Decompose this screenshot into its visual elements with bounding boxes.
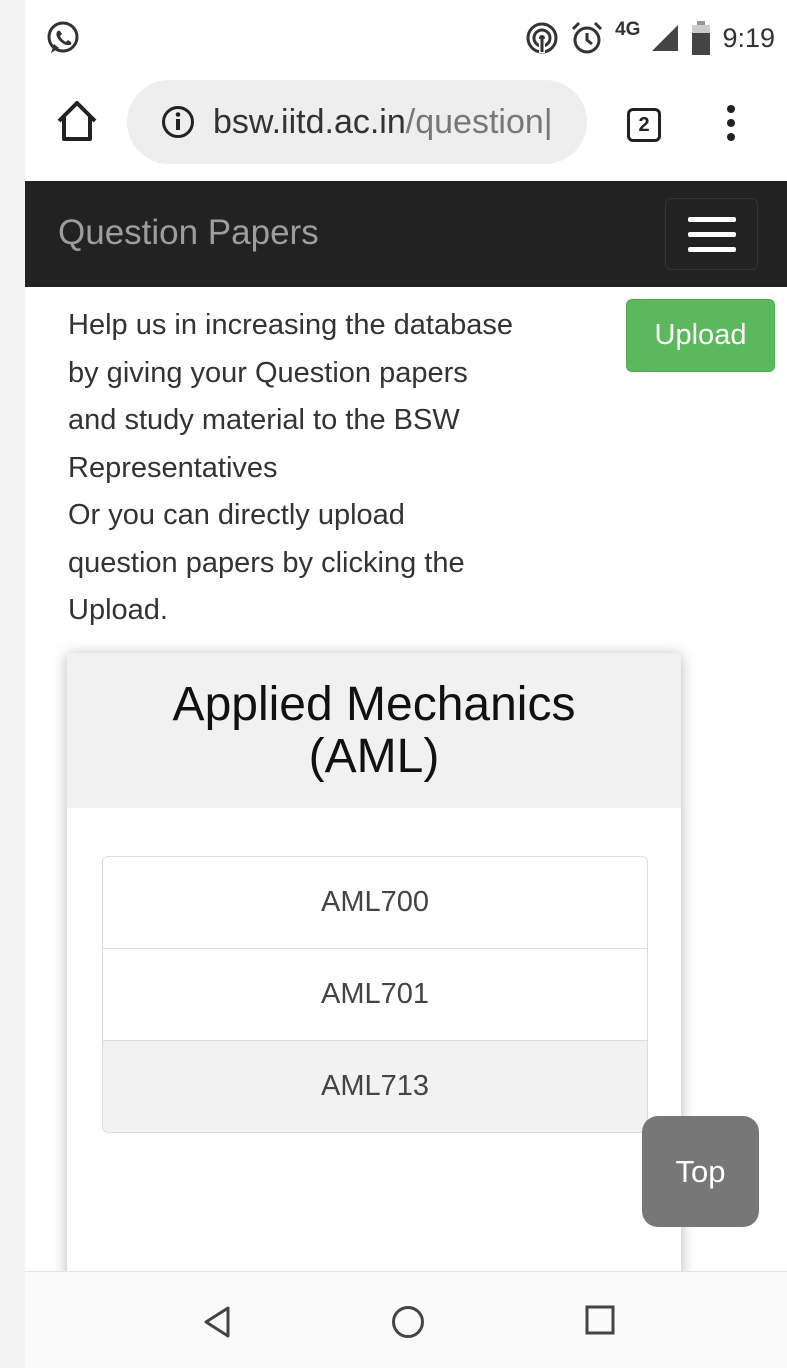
- department-heading: Applied Mechanics (AML): [67, 653, 681, 808]
- back-icon[interactable]: [202, 1305, 232, 1339]
- phone-screen: 4G 9:19 bsw.iitd.ac.in/question| 2 Quest…: [25, 0, 787, 1368]
- alarm-icon: [572, 21, 603, 54]
- intro-line: and study material to the BSW: [68, 404, 460, 436]
- department-title: Applied Mechanics: [172, 677, 576, 731]
- intro-line: Upload.: [68, 594, 168, 626]
- battery-icon: [692, 21, 711, 55]
- overflow-menu-icon[interactable]: [725, 103, 737, 143]
- course-item-aml701[interactable]: AML701: [103, 948, 647, 1040]
- department-code: (AML): [308, 729, 440, 783]
- info-icon[interactable]: [161, 105, 195, 139]
- back-to-top-button[interactable]: Top: [642, 1116, 759, 1227]
- intro-line: by giving your Question papers: [68, 356, 468, 389]
- intro-line: Representatives: [68, 451, 278, 484]
- course-item-aml713[interactable]: AML713: [103, 1040, 647, 1132]
- course-list: AML700 AML701 AML713: [102, 856, 648, 1133]
- status-right-group: 4G 9:19: [525, 18, 775, 58]
- hotspot-icon: [526, 22, 558, 54]
- intro-line: question papers by clicking the: [68, 546, 465, 579]
- intro-line: Or you can directly upload: [68, 499, 405, 531]
- hamburger-bar: [688, 217, 736, 222]
- status-bar: 4G 9:19: [25, 0, 787, 75]
- recents-icon[interactable]: [585, 1305, 615, 1335]
- department-panel: Applied Mechanics (AML) AML700 AML701 AM…: [67, 653, 681, 1293]
- navbar-brand[interactable]: Question Papers: [58, 213, 319, 253]
- hamburger-bar: [688, 247, 736, 252]
- address-bar[interactable]: bsw.iitd.ac.in/question|: [127, 80, 587, 164]
- intro-line: Help us in increasing the database: [68, 309, 513, 341]
- clock: 9:19: [722, 22, 775, 53]
- url-text: bsw.iitd.ac.in/question|: [213, 103, 553, 142]
- system-navigation-bar: [25, 1271, 787, 1368]
- hamburger-bar: [688, 232, 736, 237]
- whatsapp-icon: [47, 21, 79, 53]
- intro-text: Help us in increasing the database by gi…: [68, 302, 588, 635]
- hamburger-menu-button[interactable]: [665, 198, 758, 270]
- network-type: 4G: [615, 19, 641, 40]
- browser-toolbar: bsw.iitd.ac.in/question| 2: [25, 75, 787, 181]
- upload-button[interactable]: Upload: [626, 299, 775, 372]
- url-host: bsw.iitd.ac.in: [213, 102, 406, 141]
- left-edge-shade: [0, 0, 25, 1368]
- url-path: /question|: [405, 102, 553, 141]
- tab-switcher-button[interactable]: 2: [627, 108, 661, 142]
- home-circle-icon[interactable]: [391, 1305, 425, 1339]
- home-icon[interactable]: [53, 97, 101, 145]
- course-item-aml700[interactable]: AML700: [103, 857, 647, 948]
- signal-icon: [652, 25, 679, 51]
- site-navbar: Question Papers: [25, 181, 787, 287]
